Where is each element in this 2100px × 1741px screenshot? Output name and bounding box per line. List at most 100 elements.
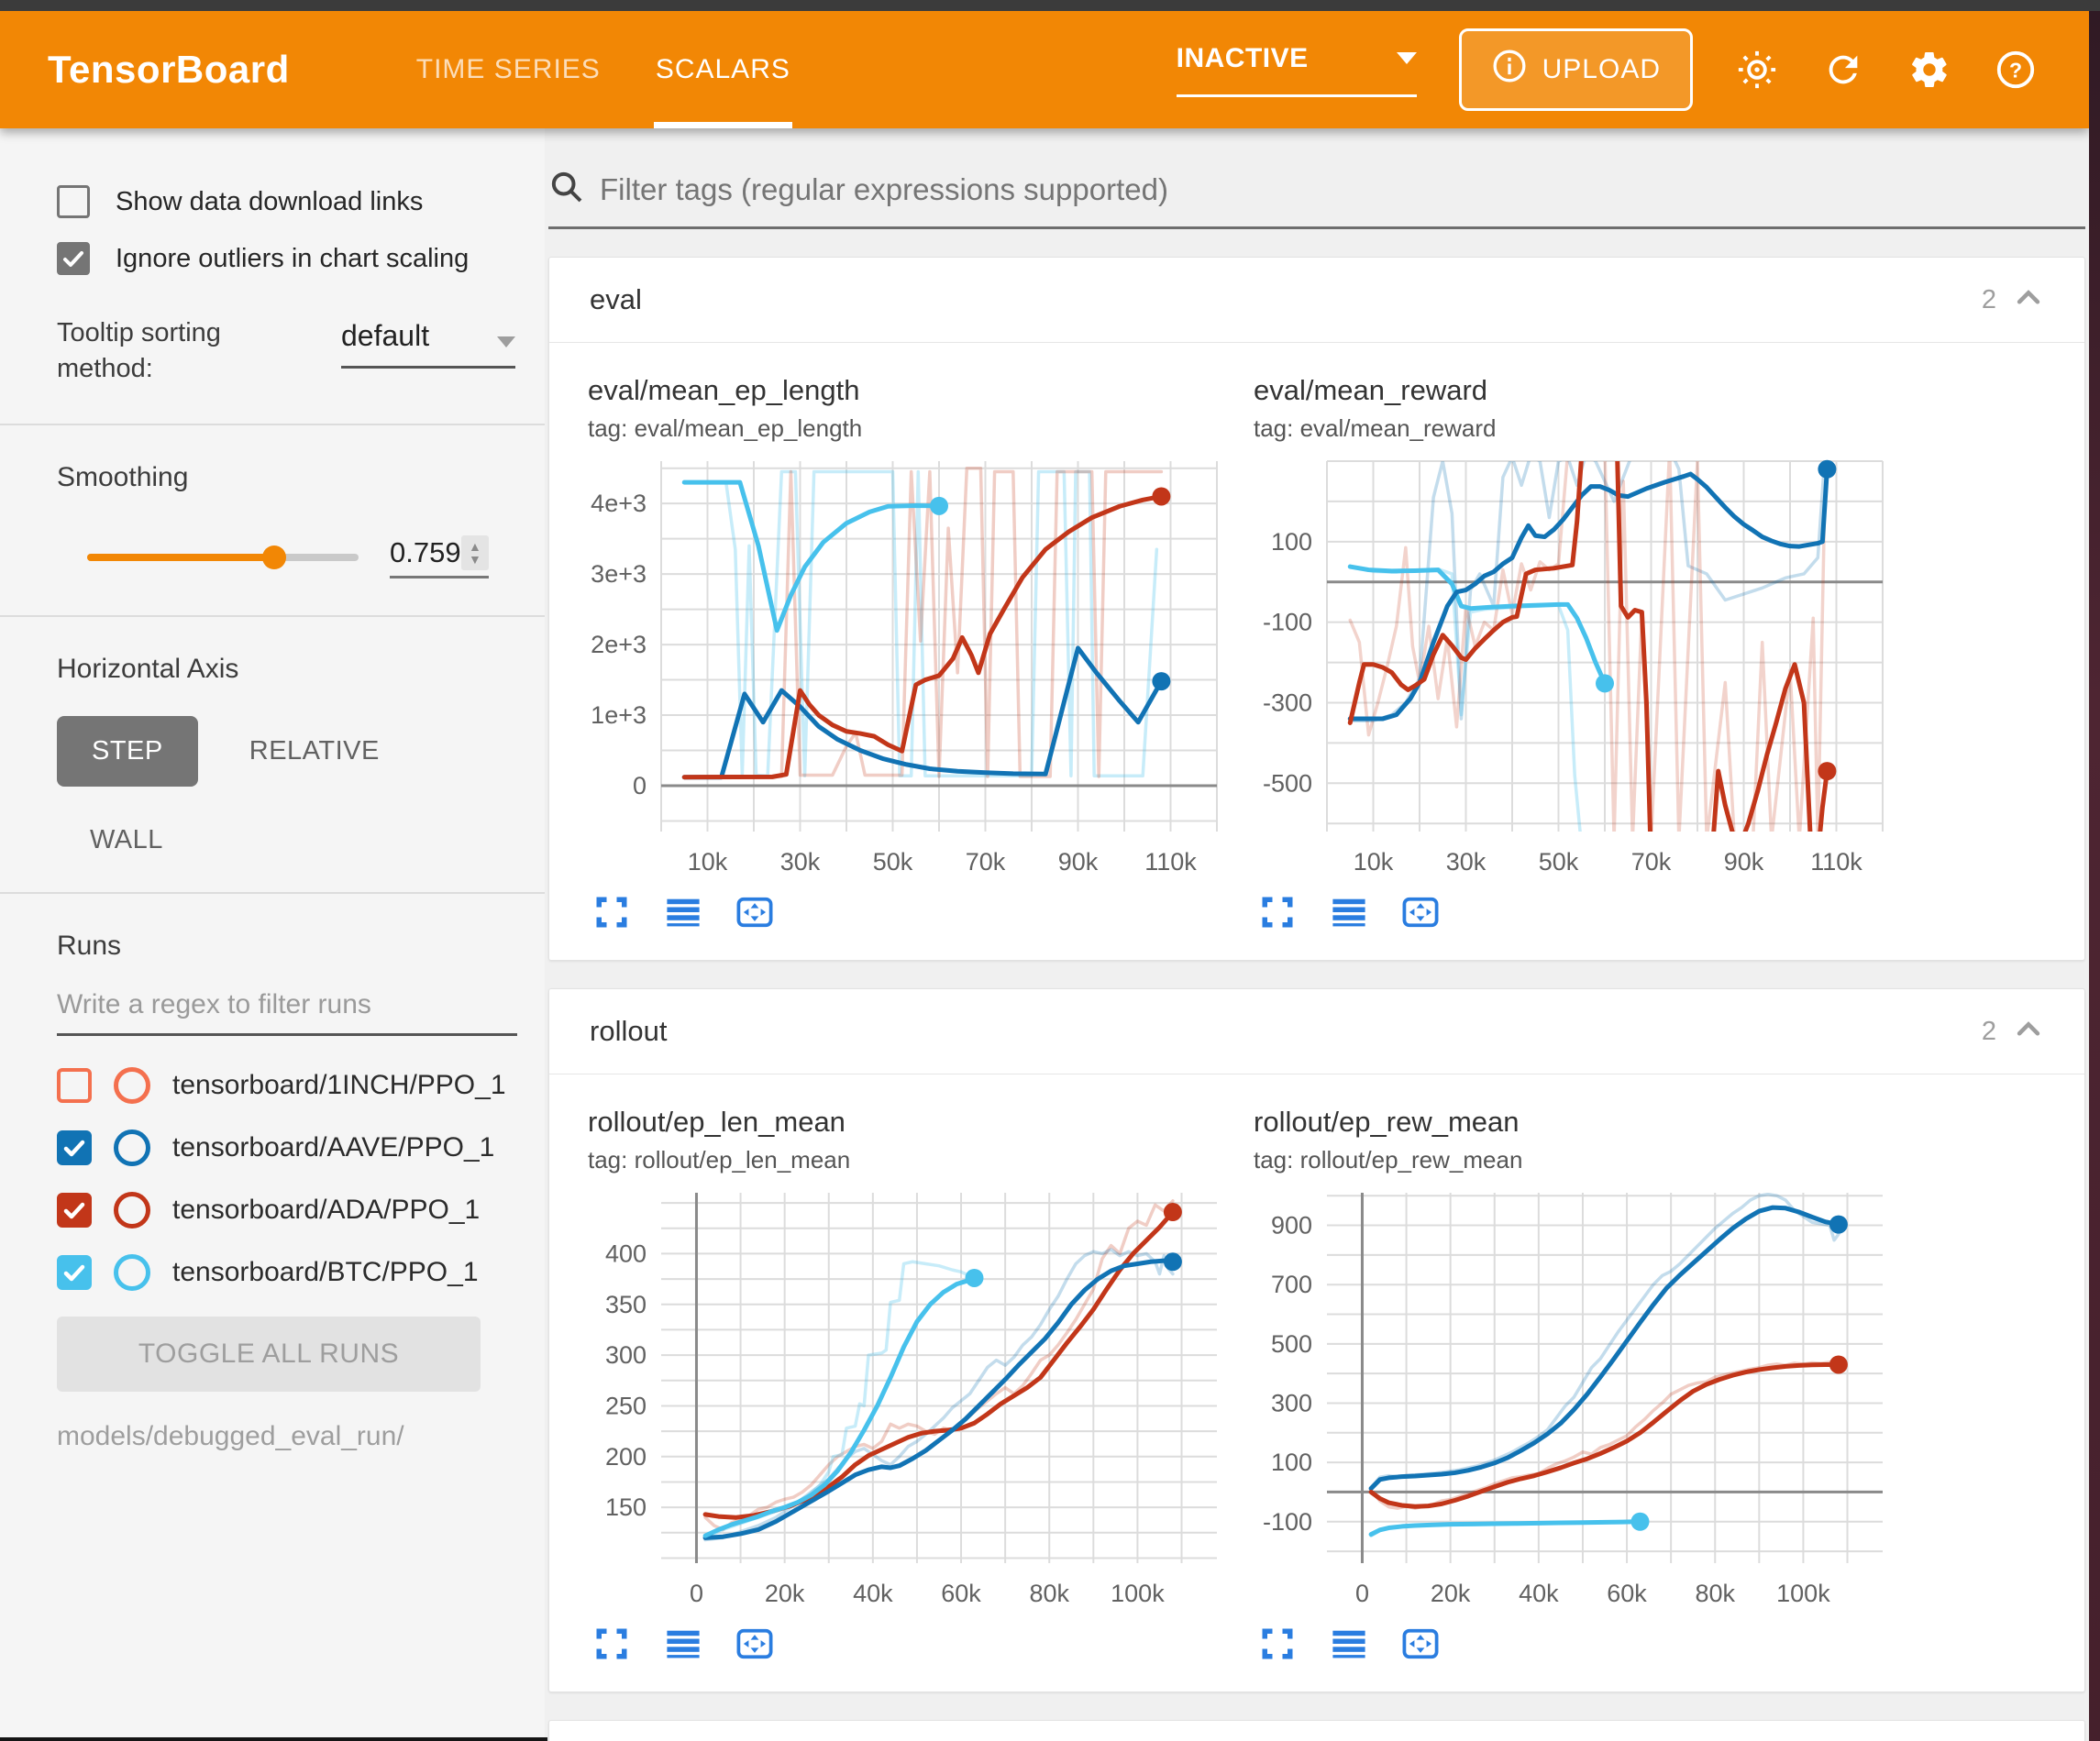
svg-text:80k: 80k xyxy=(1029,1580,1069,1607)
svg-text:40k: 40k xyxy=(1519,1580,1559,1607)
svg-text:700: 700 xyxy=(1271,1271,1312,1298)
upload-button[interactable]: UPLOAD xyxy=(1459,28,1693,111)
svg-text:500: 500 xyxy=(1271,1330,1312,1358)
fit-domain-icon[interactable] xyxy=(1397,888,1444,936)
tooltip-sorting-select[interactable]: default xyxy=(341,319,515,369)
run-label: tensorboard/BTC/PPO_1 xyxy=(172,1257,479,1288)
axis-step-button[interactable]: STEP xyxy=(57,716,198,787)
chart-canvas[interactable]: 10k30k50k70k90k110k100-100-300-500 xyxy=(1254,452,1896,883)
run-checkbox[interactable] xyxy=(57,1193,92,1228)
svg-text:250: 250 xyxy=(605,1392,647,1419)
svg-text:30k: 30k xyxy=(780,848,821,876)
chart-title: rollout/ep_len_mean xyxy=(588,1106,1230,1139)
info-icon xyxy=(1491,48,1528,92)
runs-data-icon[interactable] xyxy=(659,888,707,936)
run-row[interactable]: tensorboard/AAVE/PPO_1 xyxy=(57,1129,545,1166)
divider xyxy=(0,892,545,894)
run-color-circle-icon xyxy=(114,1129,150,1166)
svg-text:70k: 70k xyxy=(1631,848,1672,876)
chart-canvas[interactable]: 020k40k60k80k100k-100100300500700900 xyxy=(1254,1184,1896,1614)
smoothing-label: Smoothing xyxy=(57,462,545,493)
chart-tag: tag: eval/mean_reward xyxy=(1254,414,1896,443)
svg-text:30k: 30k xyxy=(1446,848,1487,876)
runs-list: tensorboard/1INCH/PPO_1 tensorboard/AAVE/… xyxy=(0,1067,545,1291)
svg-text:70k: 70k xyxy=(966,848,1006,876)
tag-filter-input[interactable]: Filter tags (regular expressions support… xyxy=(548,169,2085,229)
smoothing-value-input[interactable]: 0.759 ▲▼ xyxy=(390,535,489,578)
svg-text:80k: 80k xyxy=(1695,1580,1735,1607)
expand-chart-icon[interactable] xyxy=(1254,1620,1301,1668)
chart-block: eval/mean_ep_length tag: eval/mean_ep_le… xyxy=(588,374,1230,936)
chart-title: eval/mean_ep_length xyxy=(588,374,1230,407)
runs-data-icon[interactable] xyxy=(1325,1620,1373,1668)
run-row[interactable]: tensorboard/1INCH/PPO_1 xyxy=(57,1067,545,1104)
chart-block: rollout/ep_len_mean tag: rollout/ep_len_… xyxy=(588,1106,1230,1668)
run-filter-input[interactable]: Write a regex to filter runs xyxy=(57,989,517,1036)
chart-tag: tag: rollout/ep_len_mean xyxy=(588,1146,1230,1174)
svg-text:20k: 20k xyxy=(765,1580,805,1607)
window-top-strip xyxy=(0,0,2100,11)
refresh-icon[interactable] xyxy=(1821,48,1865,92)
svg-text:1e+3: 1e+3 xyxy=(591,701,647,729)
svg-text:100k: 100k xyxy=(1111,1580,1165,1607)
svg-text:-500: -500 xyxy=(1263,769,1312,797)
show-download-links-row[interactable]: Show data download links xyxy=(57,185,545,218)
run-label: tensorboard/ADA/PPO_1 xyxy=(172,1195,480,1226)
chart-canvas[interactable]: 020k40k60k80k100k150200250300350400 xyxy=(588,1184,1230,1614)
brightness-icon[interactable] xyxy=(1735,48,1779,92)
runs-logdir-path: models/debugged_eval_run/ xyxy=(57,1421,545,1452)
ignore-outliers-checkbox[interactable] xyxy=(57,242,90,275)
run-checkbox[interactable] xyxy=(57,1068,92,1103)
run-checkbox[interactable] xyxy=(57,1255,92,1290)
status-dropdown[interactable]: INACTIVE xyxy=(1177,43,1417,97)
expand-chart-icon[interactable] xyxy=(1254,888,1301,936)
slider-knob[interactable] xyxy=(262,545,286,569)
slider-fill xyxy=(87,554,274,561)
section-header-rollout[interactable]: rollout 2 xyxy=(549,989,2084,1074)
section-header-time[interactable]: time xyxy=(549,1721,2084,1741)
expand-chart-icon[interactable] xyxy=(588,1620,636,1668)
svg-text:0: 0 xyxy=(633,772,647,799)
chart-actions xyxy=(1254,1620,1896,1668)
run-row[interactable]: tensorboard/ADA/PPO_1 xyxy=(57,1192,545,1229)
tab-bar: TIME SERIES SCALARS xyxy=(389,11,818,128)
run-label: tensorboard/AAVE/PPO_1 xyxy=(172,1132,494,1163)
smoothing-slider[interactable] xyxy=(87,554,359,561)
chart-canvas[interactable]: 10k30k50k70k90k110k01e+32e+33e+34e+3 xyxy=(588,452,1230,883)
help-icon[interactable]: ? xyxy=(1994,48,2038,92)
chart-title: eval/mean_reward xyxy=(1254,374,1896,407)
chart-actions xyxy=(1254,888,1896,936)
svg-text:400: 400 xyxy=(605,1240,647,1267)
chart-block: eval/mean_reward tag: eval/mean_reward 1… xyxy=(1254,374,1896,936)
section-body-eval: eval/mean_ep_length tag: eval/mean_ep_le… xyxy=(549,342,2084,960)
run-checkbox[interactable] xyxy=(57,1130,92,1165)
tab-time-series[interactable]: TIME SERIES xyxy=(389,11,628,128)
section-header-eval[interactable]: eval 2 xyxy=(549,258,2084,342)
chevron-up-icon[interactable] xyxy=(2013,282,2044,318)
axis-relative-button[interactable]: RELATIVE xyxy=(249,736,380,766)
run-row[interactable]: tensorboard/BTC/PPO_1 xyxy=(57,1254,545,1291)
axis-wall-row: WALL xyxy=(90,825,545,855)
runs-data-icon[interactable] xyxy=(1325,888,1373,936)
svg-text:50k: 50k xyxy=(873,848,913,876)
svg-text:20k: 20k xyxy=(1431,1580,1471,1607)
chevron-up-icon[interactable] xyxy=(2013,1014,2044,1050)
runs-data-icon[interactable] xyxy=(659,1620,707,1668)
tab-scalars[interactable]: SCALARS xyxy=(628,11,818,128)
fit-domain-icon[interactable] xyxy=(731,1620,779,1668)
ignore-outliers-row[interactable]: Ignore outliers in chart scaling xyxy=(57,242,545,275)
svg-text:110k: 110k xyxy=(1810,848,1862,876)
toggle-all-runs-button[interactable]: TOGGLE ALL RUNS xyxy=(57,1317,481,1392)
svg-text:110k: 110k xyxy=(1144,848,1197,876)
stepper-arrows-icon[interactable]: ▲▼ xyxy=(461,535,489,570)
svg-text:100: 100 xyxy=(1271,528,1312,556)
svg-text:90k: 90k xyxy=(1058,848,1099,876)
main-content: Filter tags (regular expressions support… xyxy=(545,128,2089,1741)
fit-domain-icon[interactable] xyxy=(1397,1620,1444,1668)
svg-text:10k: 10k xyxy=(688,848,728,876)
show-download-links-checkbox[interactable] xyxy=(57,185,90,218)
fit-domain-icon[interactable] xyxy=(731,888,779,936)
gear-icon[interactable] xyxy=(1907,48,1951,92)
axis-wall-button[interactable]: WALL xyxy=(90,825,163,854)
expand-chart-icon[interactable] xyxy=(588,888,636,936)
